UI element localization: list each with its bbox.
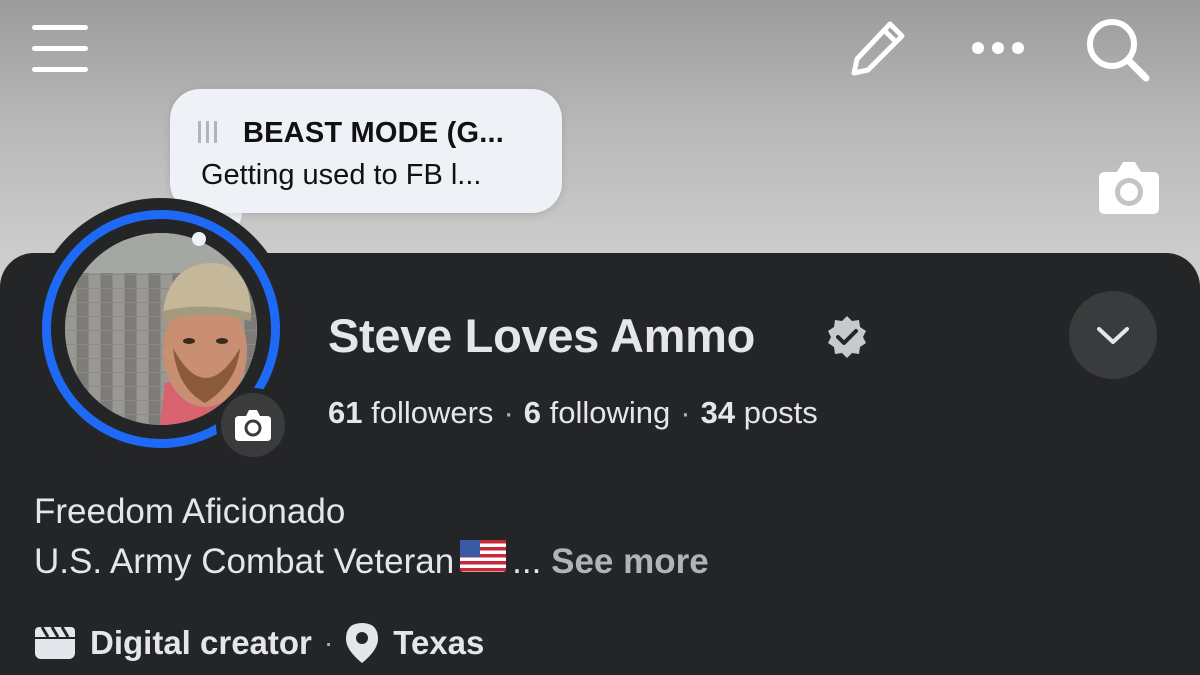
- followers-label: followers: [371, 395, 494, 430]
- posts-label: posts: [743, 395, 818, 430]
- category-label: Digital creator: [90, 624, 312, 661]
- stat-separator: ·: [503, 395, 514, 430]
- following-count: 6: [523, 395, 542, 430]
- us-flag-icon: [460, 536, 507, 585]
- profile-name: Steve Loves Ammo: [328, 309, 756, 362]
- bio-ellipsis: ...: [512, 541, 542, 581]
- following-label: following: [549, 395, 671, 430]
- following-stat[interactable]: 6 following: [524, 395, 671, 430]
- bio-line-2: U.S. Army Combat Veteran ... See more: [34, 536, 709, 591]
- followers-stat[interactable]: 61 followers: [328, 395, 493, 430]
- note-bubble-dot: [192, 232, 206, 246]
- verified-badge-icon[interactable]: [824, 314, 870, 365]
- music-bars-icon: [198, 121, 217, 143]
- profile-details: Digital creator · Texas: [34, 622, 484, 664]
- details-separator: ·: [323, 627, 334, 658]
- note-bubble[interactable]: BEAST MODE (G... Getting used to FB l...: [170, 89, 562, 213]
- note-text: Getting used to FB l...: [201, 159, 482, 191]
- pencil-icon[interactable]: [846, 16, 910, 80]
- stat-separator: ·: [680, 395, 691, 430]
- more-icon[interactable]: [966, 26, 1030, 70]
- bio-line-1: Freedom Aficionado: [34, 492, 346, 531]
- location-label[interactable]: Texas: [393, 624, 484, 662]
- see-more-link[interactable]: See more: [551, 542, 709, 581]
- note-title: BEAST MODE (G...: [243, 117, 504, 149]
- profile-picture-container[interactable]: [30, 198, 292, 462]
- bio-line-2-text: U.S. Army Combat Veteran: [34, 541, 455, 581]
- posts-stat[interactable]: 34 posts: [701, 395, 818, 430]
- location-pin-icon: [345, 622, 379, 664]
- edit-avatar-camera-icon[interactable]: [216, 388, 290, 462]
- clapperboard-icon: [34, 626, 76, 660]
- edit-cover-camera-icon[interactable]: [1097, 158, 1161, 216]
- posts-count: 34: [700, 395, 736, 430]
- profile-stats: 61 followers · 6 following · 34 posts: [328, 395, 818, 431]
- menu-icon[interactable]: [30, 22, 90, 76]
- search-icon[interactable]: [1082, 14, 1152, 84]
- followers-count: 61: [328, 395, 363, 430]
- chevron-down-icon[interactable]: [1069, 291, 1157, 379]
- bio: Freedom Aficionado U.S. Army Combat Vete…: [34, 487, 709, 591]
